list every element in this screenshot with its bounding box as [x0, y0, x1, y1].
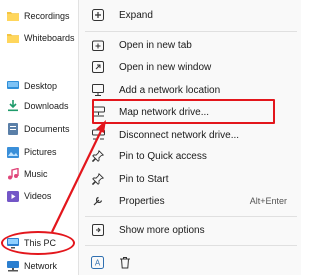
- annotation-arrow: [51, 120, 106, 233]
